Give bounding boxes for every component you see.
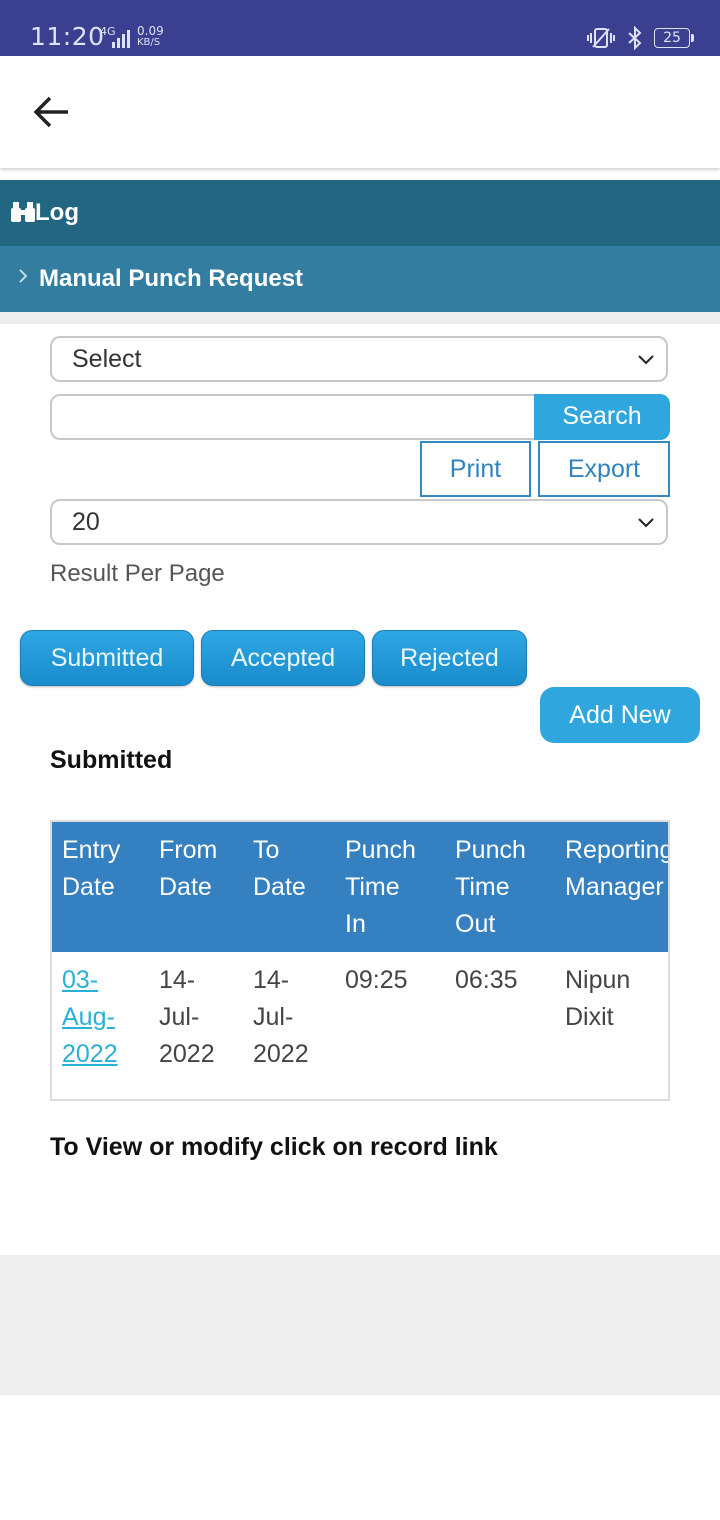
chevron-right-icon (19, 269, 28, 283)
section-title: Submitted (50, 746, 173, 774)
punch-out-cell: 06:35 (455, 966, 518, 994)
bluetooth-icon (628, 26, 642, 50)
page-size-select[interactable]: 20 (50, 499, 668, 545)
manager-cell: Nipun Dixit (565, 966, 631, 1031)
app-bar (0, 56, 720, 168)
filter-select[interactable]: Select (50, 336, 668, 382)
export-button[interactable]: Export (538, 441, 670, 497)
header-reporting-manager: Reporting Manager (565, 836, 670, 901)
tab-accepted[interactable]: Accepted (201, 630, 365, 686)
header-divider (0, 312, 720, 324)
entry-date-link[interactable]: 03- Aug- 2022 (62, 962, 118, 1073)
tab-rejected[interactable]: Rejected (372, 630, 527, 686)
result-per-page-label: Result Per Page (50, 560, 225, 587)
chevron-down-icon (638, 518, 654, 528)
footer-note: To View or modify click on record link (50, 1133, 498, 1161)
vibrate-icon (587, 28, 615, 48)
status-time: 11:20 (30, 22, 105, 51)
header-entry-date: Entry Date (62, 836, 121, 901)
header-punch-time-out: Punch Time Out (455, 836, 526, 938)
log-header: Log (0, 180, 720, 246)
binoculars-icon (11, 202, 35, 222)
add-new-button[interactable]: Add New (540, 687, 700, 743)
print-button[interactable]: Print (420, 441, 531, 497)
header-from-date: From Date (159, 836, 218, 901)
page-footer-band (0, 1255, 720, 1395)
tab-submitted[interactable]: Submitted (20, 630, 194, 686)
log-title: Log (35, 199, 79, 226)
back-arrow-icon[interactable] (28, 92, 76, 132)
table-header: Entry Date From Date To Date Punch Time In Pu… (52, 822, 670, 952)
battery-icon: 25 (654, 28, 694, 48)
network-speed-value: 0.09 (137, 24, 164, 38)
network-speed-unit: KB/S (137, 37, 161, 48)
manual-punch-request-header[interactable]: Manual Punch Request (0, 246, 720, 312)
chevron-down-icon (638, 355, 654, 365)
status-bar: 11:20 4G 0.09 KB/S 25 (0, 0, 720, 56)
requests-table: Entry Date From Date To Date Punch Time In Pu… (50, 820, 670, 1101)
search-button[interactable]: Search (534, 394, 670, 440)
search-input[interactable] (50, 394, 536, 440)
header-punch-time-in: Punch Time In (345, 836, 416, 938)
page-size-value: 20 (72, 508, 100, 536)
signal-icon (112, 30, 130, 48)
network-speed: 0.09 KB/S (137, 25, 164, 49)
manual-punch-request-title: Manual Punch Request (39, 265, 304, 292)
punch-in-cell: 09:25 (345, 966, 408, 994)
to-date-cell: 14- Jul- 2022 (253, 966, 309, 1068)
status-icons: 25 (586, 26, 694, 50)
from-date-cell: 14- Jul- 2022 (159, 966, 215, 1068)
filter-select-value: Select (72, 345, 142, 373)
search-bar: Search (50, 394, 670, 440)
header-to-date: To Date (253, 836, 306, 901)
